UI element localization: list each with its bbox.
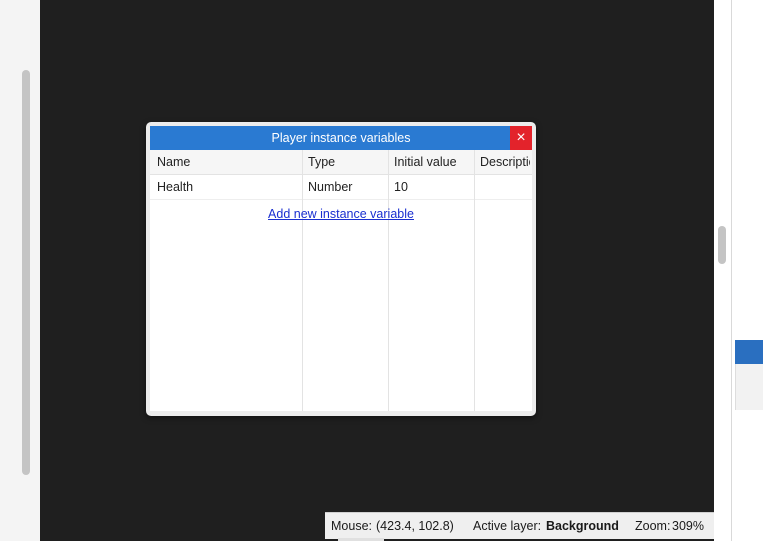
instance-variables-dialog: Player instance variables × Name Type In…: [146, 122, 536, 416]
left-scrollbar[interactable]: [22, 70, 30, 475]
cell-initial-value[interactable]: 10: [394, 180, 474, 194]
mouse-position-value: (423.4, 102.8): [376, 519, 454, 533]
variables-table: Name Type Initial value Description Heal…: [150, 150, 532, 411]
cell-type[interactable]: Number: [308, 180, 388, 194]
active-layer-value: Background: [546, 519, 619, 533]
close-icon: ×: [516, 129, 526, 146]
dialog-title: Player instance variables: [271, 131, 411, 145]
dialog-titlebar[interactable]: Player instance variables ×: [150, 126, 532, 150]
add-instance-variable-link[interactable]: Add new instance variable: [150, 207, 532, 221]
right-panel: [714, 0, 763, 541]
right-panel-selected-item[interactable]: [735, 340, 763, 364]
column-divider: [388, 150, 389, 411]
active-layer-label: Active layer:: [473, 519, 542, 533]
close-button[interactable]: ×: [510, 126, 532, 150]
cell-name[interactable]: Health: [157, 180, 297, 194]
zoom-label: Zoom:: [635, 519, 671, 533]
canvas-scrollbar-vertical[interactable]: [718, 226, 726, 264]
right-panel-item[interactable]: [735, 364, 763, 410]
column-divider: [474, 150, 475, 411]
right-panel-divider: [731, 0, 732, 541]
left-panel: [0, 0, 40, 541]
column-header-name[interactable]: Name: [157, 155, 297, 169]
status-bar: Mouse: (423.4, 102.8) Active layer: Back…: [325, 512, 714, 539]
column-header-description[interactable]: Description: [480, 155, 530, 169]
column-divider: [302, 150, 303, 411]
column-header-initial-value[interactable]: Initial value: [394, 155, 474, 169]
zoom-value: 309%: [672, 519, 704, 533]
mouse-position-label: Mouse:: [331, 519, 372, 533]
column-header-type[interactable]: Type: [308, 155, 388, 169]
